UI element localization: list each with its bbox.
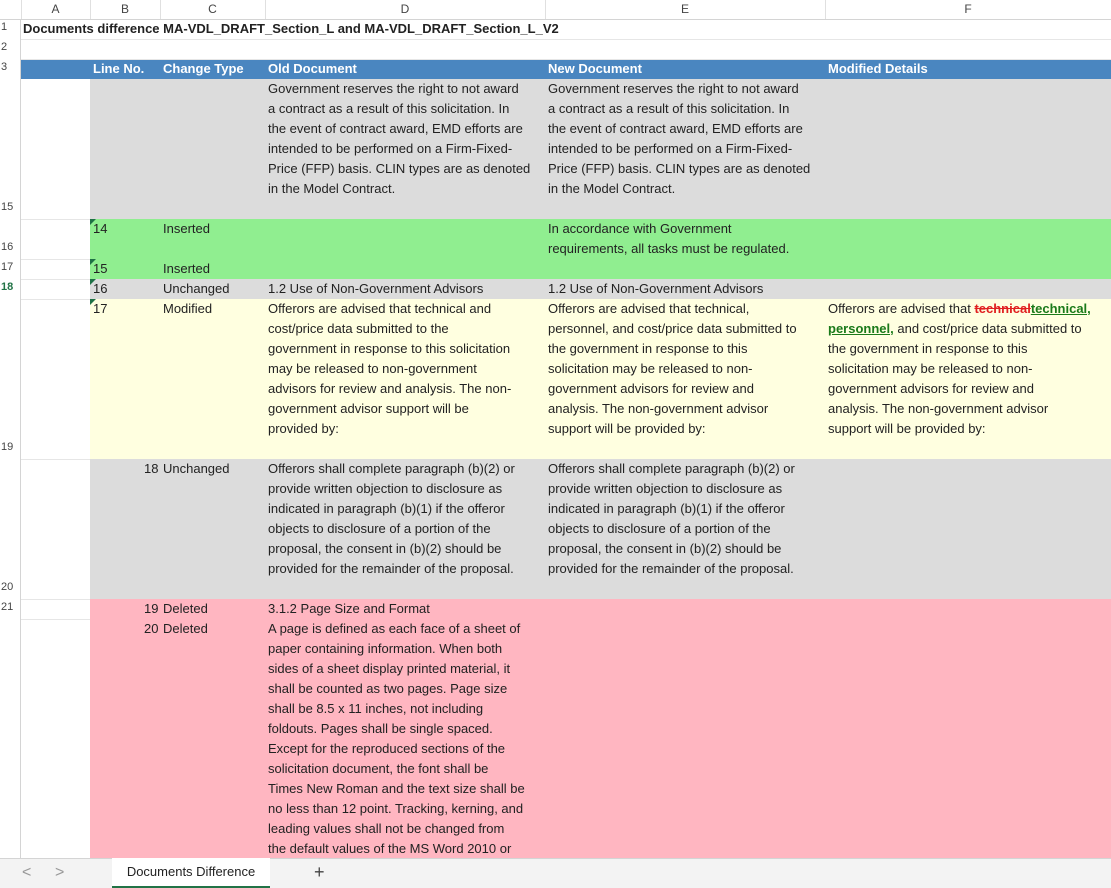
row-20-change-type[interactable]: Unchanged (163, 459, 230, 479)
row-16-line-no[interactable]: 14 (93, 219, 107, 239)
column-header-f[interactable]: F (825, 0, 1111, 19)
gridline (21, 459, 90, 460)
row-20-line-no[interactable]: 18 (144, 459, 158, 479)
previous-sheet-arrow-icon[interactable]: < (22, 864, 31, 882)
row-number-2[interactable]: 2 (0, 41, 21, 53)
column-header-bar: A B C D E F (0, 0, 1111, 20)
column-header-d[interactable]: D (265, 0, 546, 19)
gridline (21, 599, 90, 600)
add-sheet-plus-icon[interactable]: + (314, 862, 325, 883)
header-new-document[interactable]: New Document (548, 59, 642, 79)
row-21-old-document[interactable]: 3.1.2 Page Size and Format (268, 599, 430, 619)
row-22-old-document[interactable]: A page is defined as each face of a shee… (268, 619, 525, 859)
row-21-line-no[interactable]: 19 (144, 599, 158, 619)
next-sheet-arrow-icon[interactable]: > (55, 864, 64, 882)
gridline (21, 619, 90, 620)
row-number-1[interactable]: 1 (0, 21, 21, 33)
row-number-16[interactable]: 16 (0, 241, 21, 253)
gridline (21, 299, 90, 300)
modified-inserted-text: personnel, (828, 321, 894, 336)
row-number-21[interactable]: 21 (0, 601, 21, 613)
gridline (21, 219, 90, 220)
modified-inserted-text: technical, (1030, 301, 1091, 316)
row-22-change-type[interactable]: Deleted (163, 619, 208, 639)
modified-plain-text: the government in response to this solic… (828, 341, 1049, 436)
gridline (21, 279, 90, 280)
row-18-old-document[interactable]: 1.2 Use of Non-Government Advisors (268, 279, 483, 299)
row-18-new-document[interactable]: 1.2 Use of Non-Government Advisors (548, 279, 763, 299)
row-number-20[interactable]: 20 (0, 581, 21, 593)
gridline (21, 259, 90, 260)
row-19-line-no[interactable]: 17 (93, 299, 107, 319)
row-number-3[interactable]: 3 (0, 61, 21, 73)
row-18-line-no[interactable]: 16 (93, 279, 107, 299)
header-change-type[interactable]: Change Type (163, 59, 244, 79)
row-20-new-document[interactable]: Offerors shall complete paragraph (b)(2)… (548, 459, 795, 579)
row-21-change-type[interactable]: Deleted (163, 599, 208, 619)
row-17-change-type[interactable]: Inserted (163, 259, 210, 279)
column-header-b[interactable]: B (90, 0, 161, 19)
row-16-change-type[interactable]: Inserted (163, 219, 210, 239)
sheet-tab-documents-difference[interactable]: Documents Difference (112, 858, 270, 888)
column-header-a[interactable]: A (21, 0, 91, 19)
row-number-17[interactable]: 17 (0, 261, 21, 273)
header-line-no[interactable]: Line No. (93, 59, 144, 79)
column-header-c[interactable]: C (160, 0, 266, 19)
row-header-bar (0, 20, 21, 858)
row-21-background (90, 599, 1111, 858)
modified-plain-text: and cost/price data submitted to (893, 321, 1082, 336)
row-16-new-document[interactable]: In accordance with Government requiremen… (548, 219, 789, 259)
sheet-title-cell[interactable]: Documents difference MA-VDL_DRAFT_Sectio… (23, 19, 559, 39)
row-number-15[interactable]: 15 (0, 201, 21, 213)
modified-deleted-text: technical (974, 301, 1031, 316)
modified-plain-text: Offerors are advised that (828, 301, 975, 316)
row-22-line-no[interactable]: 20 (144, 619, 158, 639)
row-20-old-document[interactable]: Offerors shall complete paragraph (b)(2)… (268, 459, 515, 579)
row-15-new-document[interactable]: Government reserves the right to not awa… (548, 79, 810, 199)
corner-select-all[interactable] (0, 0, 22, 19)
row-19-old-document[interactable]: Offerors are advised that technical and … (268, 299, 511, 439)
row-19-new-document[interactable]: Offerors are advised that technical, per… (548, 299, 797, 439)
header-old-document[interactable]: Old Document (268, 59, 357, 79)
row-17-line-no[interactable]: 15 (93, 259, 107, 279)
row-19-modified-details[interactable]: Offerors are advised that technicaltechn… (828, 299, 1110, 439)
header-modified-details[interactable]: Modified Details (828, 59, 928, 79)
row-15-old-document[interactable]: Government reserves the right to not awa… (268, 79, 530, 199)
row-19-change-type[interactable]: Modified (163, 299, 212, 319)
sheet-tab-bar: < > Documents Difference + (0, 858, 1111, 888)
row-number-18[interactable]: 18 (0, 281, 21, 293)
column-header-e[interactable]: E (545, 0, 826, 19)
row-number-19[interactable]: 19 (0, 441, 21, 453)
gridline (21, 39, 1111, 40)
row-18-change-type[interactable]: Unchanged (163, 279, 230, 299)
